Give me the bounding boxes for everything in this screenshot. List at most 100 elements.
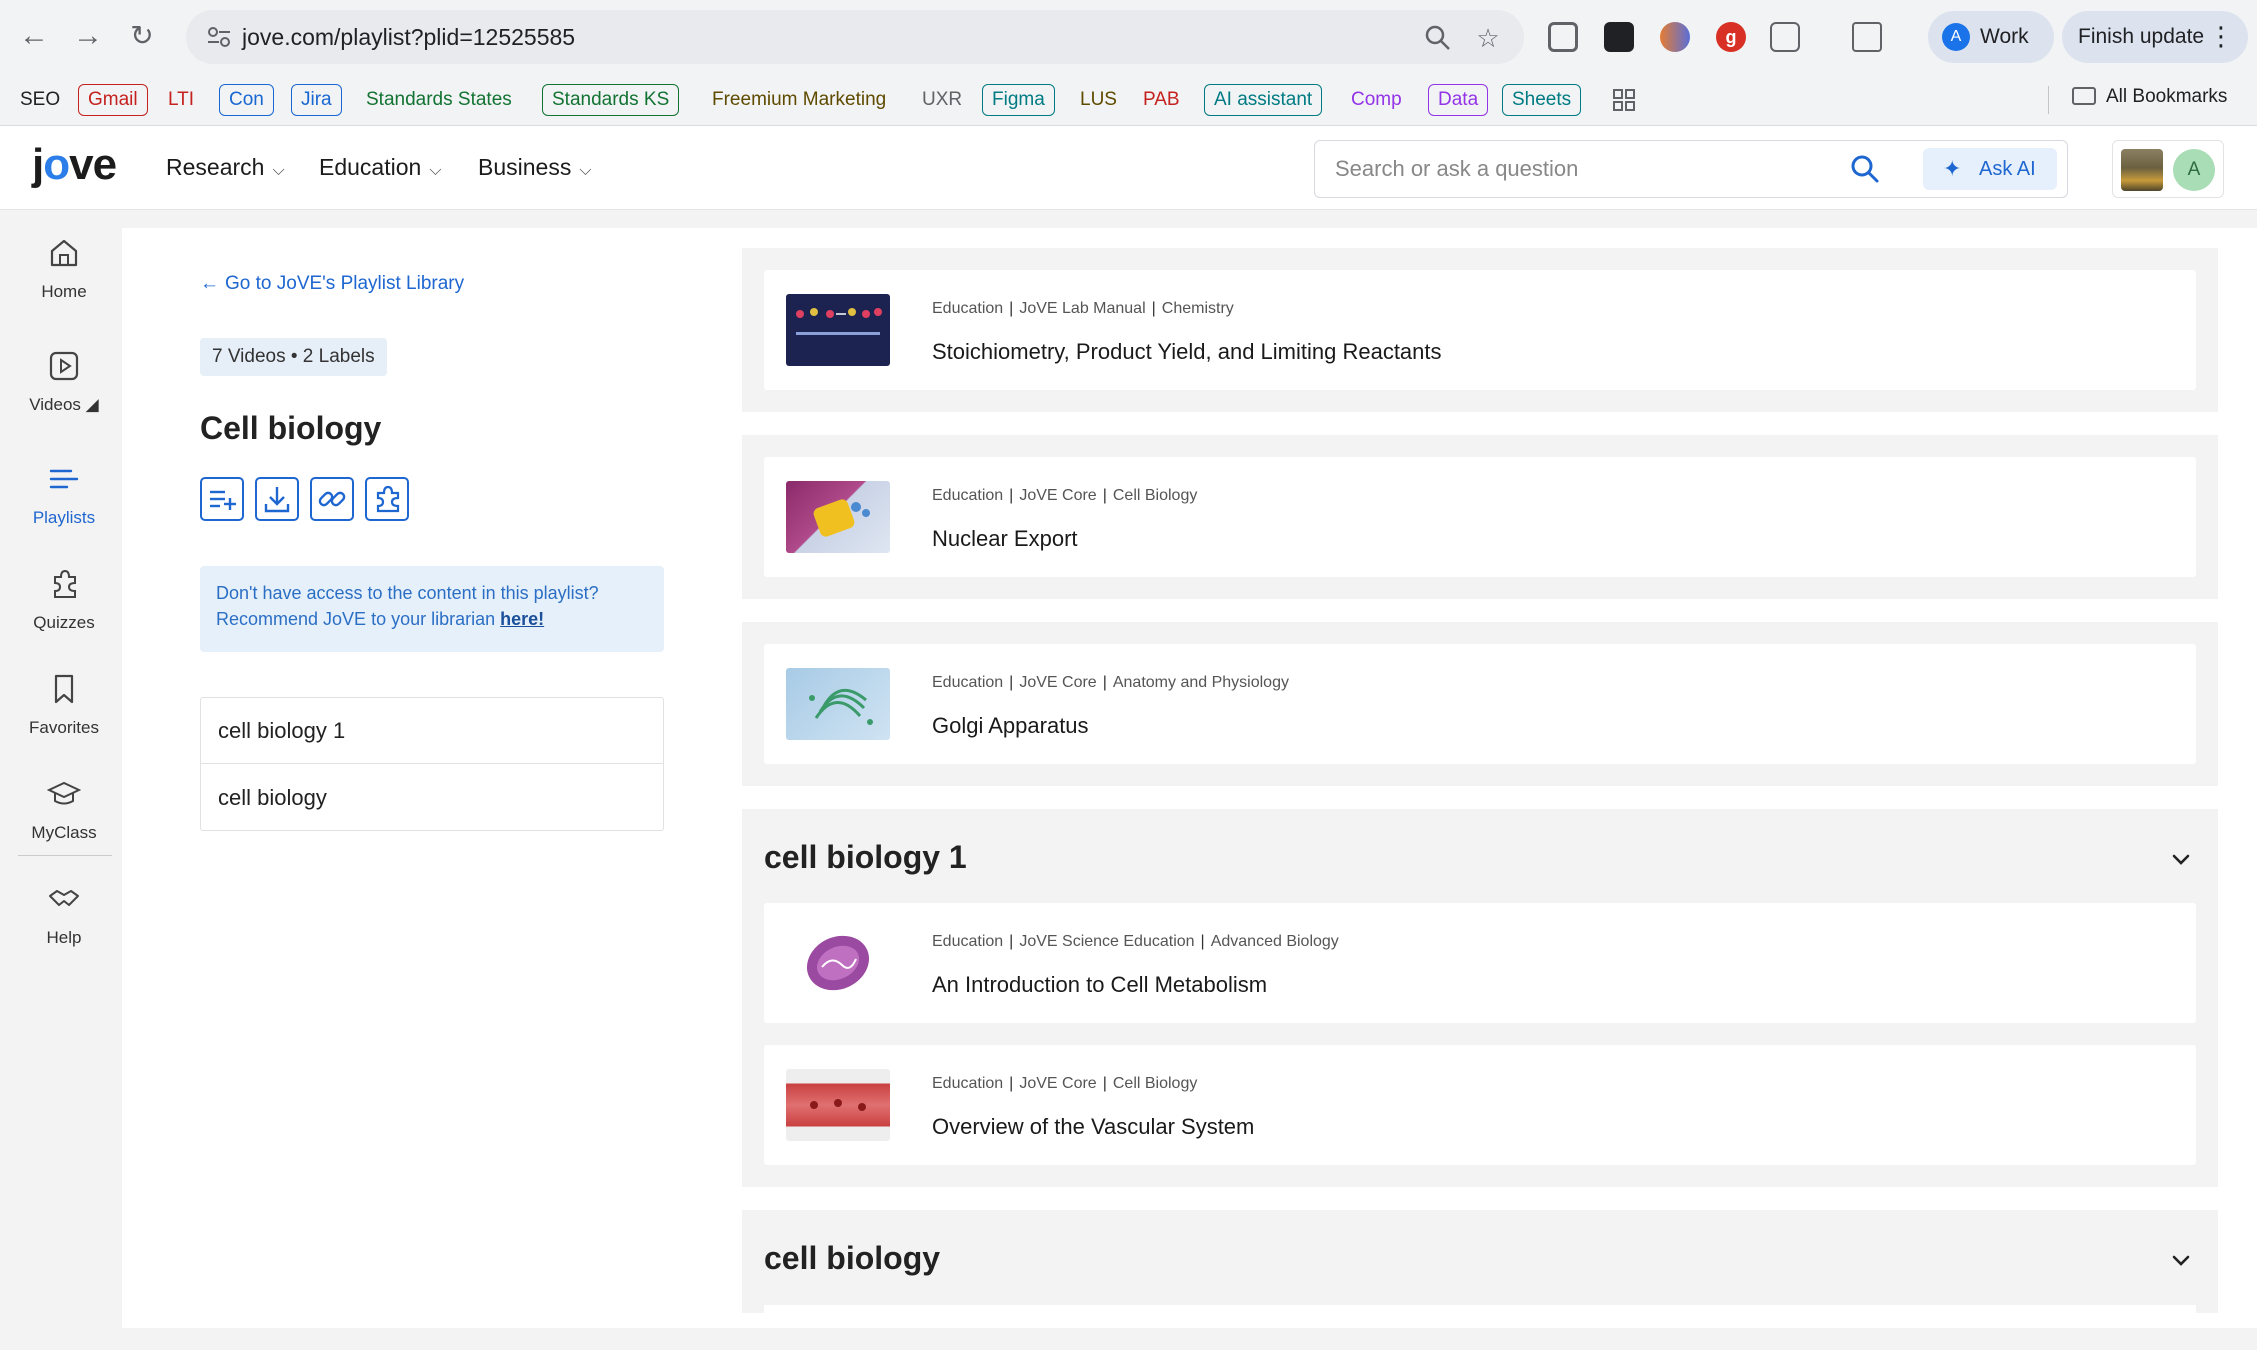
video-meta: Education | JoVE Science Education | Advance… [932,933,1339,951]
search-input[interactable] [1335,153,1835,185]
grammarly-icon[interactable]: g [1716,22,1746,52]
all-bookmarks-button[interactable]: All Bookmarks [2072,86,2227,108]
sidebar-item-favorites[interactable]: Favorites [0,666,122,756]
sidebar-item-help[interactable]: Help [0,876,122,966]
meta-subject: Anatomy and Physiology [1112,674,1289,691]
video-card[interactable]: Education | JoVE Core | Anatomy and Physiolo… [764,644,2196,764]
back-link-label: Go to JoVE's Playlist Library [225,273,465,294]
video-meta: Education | JoVE Core | Anatomy and Physiolo… [932,674,1289,692]
chevron-down-icon: ⌵ [272,162,285,179]
zoom-icon[interactable] [1424,24,1452,52]
bookmark-item[interactable]: Con [219,84,274,116]
finish-update-button[interactable]: Finish update ⋮ [2062,11,2248,63]
sidebar-item-myclass[interactable]: MyClass [0,771,122,861]
bookmark-item[interactable]: LTI [158,84,204,116]
reload-icon[interactable]: ↻ [124,18,160,54]
search-icon[interactable] [1849,153,1881,185]
download-button[interactable] [255,477,299,521]
label-item[interactable]: cell biology 1 [201,698,663,764]
home-icon [50,239,78,267]
site-settings-icon[interactable] [206,25,232,49]
logo-part: j [32,140,44,189]
star-icon[interactable]: ☆ [1474,24,1502,52]
video-card[interactable]: Education | JoVE Science Education | Advance… [764,903,2196,1023]
copy-link-button[interactable] [310,477,354,521]
bookmark-item[interactable]: Figma [982,84,1055,116]
bookmark-item[interactable]: Jira [291,84,342,116]
reading-mode-icon[interactable] [1852,22,1882,52]
video-title[interactable]: An Introduction to Cell Metabolism [932,972,1267,998]
extension-icon[interactable] [1604,22,1634,52]
url-text[interactable]: jove.com/playlist?plid=12525585 [242,24,575,51]
playlist-icon [49,469,79,489]
info-text-line2: Recommend JoVE to your librarian here! [216,606,648,632]
bookmark-item[interactable]: Freemium Marketing [702,84,896,116]
back-arrow-icon[interactable]: ← [16,18,52,54]
graduation-cap-icon [47,781,81,805]
color-extension-icon[interactable] [1660,22,1690,52]
meta-source: JoVE Science Education [1019,933,1195,950]
sidebar-item-home[interactable]: Home [0,230,122,320]
meta-section: Education [932,300,1004,317]
label-list: cell biology 1 cell biology [200,697,664,831]
bookmark-item[interactable]: Gmail [78,84,148,116]
puzzle-extensions-icon[interactable] [1770,22,1800,52]
meta-separator: | [1102,674,1107,691]
video-thumbnail [786,668,890,740]
bookmark-item[interactable]: Standards KS [542,84,680,116]
sparkle-icon: ✦ [1943,156,1962,181]
jove-logo[interactable]: jove [32,140,117,190]
nav-business[interactable]: Business ⌵ [478,154,591,181]
video-thumbnail [786,927,890,999]
video-title[interactable]: Stoichiometry, Product Yield, and Limiti… [932,339,1442,365]
nav-education[interactable]: Education ⌵ [319,154,441,181]
apps-grid-icon[interactable] [1612,88,1636,112]
address-bar[interactable]: jove.com/playlist?plid=12525585 ☆ [186,10,1524,64]
label-group-title: cell biology 1 [764,839,967,875]
meta-source: JoVE Core [1019,674,1097,691]
bookmark-item[interactable]: Comp [1341,84,1412,116]
bookmark-item[interactable]: PAB [1133,84,1190,116]
video-card[interactable]: Education | JoVE Core | Cell Biology Nuclear… [764,457,2196,577]
label-group-cell-biology-1: cell biology 1 Education | JoVE Science Ed… [742,809,2218,1187]
puzzle-icon [54,569,76,598]
nav-research[interactable]: Research ⌵ [166,154,285,181]
bookmark-item[interactable]: UXR [912,84,972,116]
forward-arrow-icon[interactable]: → [70,18,106,54]
video-meta: Education | JoVE Core | Cell Biology [932,1075,1197,1093]
logo-part: ve [69,140,117,189]
bookmark-item[interactable]: Standards States [356,84,522,116]
bookmark-item[interactable]: Data [1428,84,1489,116]
bookmark-item[interactable]: AI assistant [1204,84,1323,116]
chevron-down-icon[interactable] [2168,847,2194,873]
meta-subject: Chemistry [1161,300,1234,317]
meta-section: Education [932,674,1004,691]
ask-ai-button[interactable]: ✦ Ask AI [1923,148,2057,190]
chevron-down-icon[interactable] [2168,1248,2194,1274]
add-to-playlist-button[interactable] [200,477,244,521]
video-title[interactable]: Golgi Apparatus [932,713,1089,739]
video-meta: Education | JoVE Core | Cell Biology [932,487,1197,505]
meta-separator: | [1009,300,1014,317]
meta-subject: Cell Biology [1112,1075,1198,1092]
video-title[interactable]: Overview of the Vascular System [932,1114,1254,1140]
recommend-link[interactable]: here! [500,609,544,629]
video-card[interactable]: Education | JoVE Core | Cell Biology Overvie… [764,1045,2196,1165]
playlist-library-link[interactable]: ← Go to JoVE's Playlist Library [200,273,464,295]
meta-source: JoVE Lab Manual [1019,300,1146,317]
video-group-ungrouped-1: Education | JoVE Lab Manual | Chemistry Stoi… [742,248,2218,412]
video-card[interactable]: Education | JoVE Lab Manual | Chemistry Stoi… [764,270,2196,390]
bookmark-item[interactable]: SEO [10,84,70,116]
label-item[interactable]: cell biology [201,765,663,831]
bookmarks-bar: SEO Gmail LTI Con Jira Standards States Standa… [0,74,2257,126]
screenshot-extension-icon[interactable] [1548,22,1578,52]
bookmark-item[interactable]: LUS [1070,84,1127,116]
sidebar-item-playlists[interactable]: Playlists [0,456,122,546]
profile-button[interactable]: A Work [1928,11,2054,63]
quiz-button[interactable] [365,477,409,521]
sidebar-item-videos[interactable]: Videos ◢ [0,343,122,433]
bookmark-item[interactable]: Sheets [1502,84,1582,116]
sidebar-item-quizzes[interactable]: Quizzes [0,561,122,651]
user-menu[interactable]: A [2112,140,2224,198]
video-title[interactable]: Nuclear Export [932,526,1078,552]
